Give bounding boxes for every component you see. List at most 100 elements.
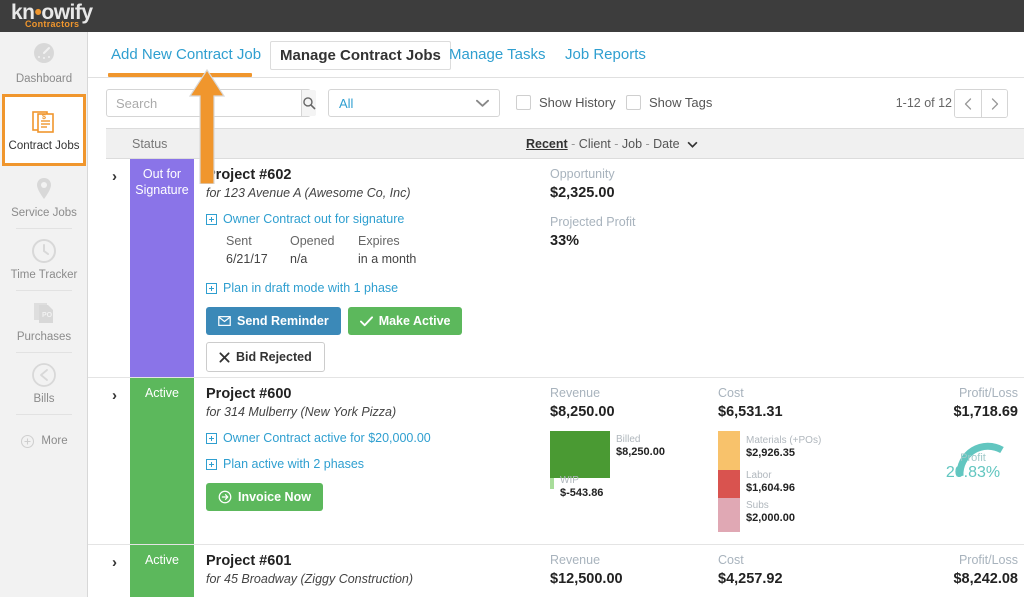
sidebar-item-bills[interactable]: Bills [0, 352, 88, 414]
invoice-now-label: Invoice Now [238, 490, 311, 504]
plan-link-label: Plan in draft mode with 1 phase [223, 281, 398, 295]
sort-option-client[interactable]: Client [579, 137, 611, 151]
sig-header-expires: Expires [358, 233, 416, 249]
sort-option-job[interactable]: Job [622, 137, 642, 151]
revenue-label: Revenue [550, 386, 615, 400]
profit-loss-label: Profit/Loss [908, 386, 1018, 400]
cost-segment-materials: Materials (+POs) $2,926.35 [718, 431, 740, 470]
tab-add-new-contract-job[interactable]: Add New Contract Job [102, 41, 270, 68]
sort-option-date[interactable]: Date [653, 137, 679, 151]
row-expand-chevron[interactable]: › [112, 387, 117, 404]
status-badge: Active [130, 378, 194, 544]
cost-label: Cost [718, 553, 783, 567]
show-tags-checkbox[interactable] [626, 95, 641, 110]
project-title[interactable]: Project #602 [206, 167, 536, 183]
table-header-row: Status Recent - Client - Job - Date [106, 128, 1024, 159]
plan-link[interactable]: Plan active with 2 phases [206, 457, 536, 471]
profit-gauge-text: Profit 20.83% [928, 452, 1018, 482]
sidebar-item-more[interactable]: More [0, 414, 88, 468]
pagination-next-button[interactable] [981, 90, 1007, 117]
table-row[interactable]: › Active Project #601 for 45 Broadway (Z… [88, 545, 1024, 597]
row-expand-chevron[interactable]: › [112, 168, 117, 185]
cost-segment-materials-name: Materials (+POs) [746, 435, 821, 446]
svg-text:PO: PO [42, 312, 53, 319]
owner-contract-link[interactable]: Owner Contract active for $20,000.00 [206, 431, 536, 445]
row-expand-chevron[interactable]: › [112, 554, 117, 571]
filter-select[interactable]: All [328, 89, 500, 117]
show-tags-toggle[interactable]: Show Tags [626, 95, 712, 110]
sig-value-expires: in a month [358, 251, 416, 267]
sidebar-item-time-tracker[interactable]: Time Tracker [0, 228, 88, 290]
sig-header-opened: Opened [290, 233, 356, 249]
revenue-breakdown-chart: Billed $8,250.00 WIP $-543.86 [550, 431, 610, 489]
make-active-button[interactable]: Make Active [348, 307, 463, 335]
projected-profit-label: Projected Profit [550, 215, 635, 229]
sort-control[interactable]: Recent - Client - Job - Date [526, 137, 698, 151]
sidebar-label-purchases: Purchases [17, 331, 71, 343]
search-input[interactable] [107, 90, 301, 116]
sidebar-item-purchases[interactable]: PO Purchases [0, 290, 88, 352]
make-active-label: Make Active [379, 314, 451, 328]
cost-segment-subs-amount: $2,000.00 [746, 512, 795, 524]
po-document-icon: PO [30, 299, 58, 327]
map-pin-icon [30, 175, 58, 203]
search-button[interactable] [301, 90, 316, 116]
cost-segment-subs-name: Subs [746, 500, 795, 511]
revenue-label: Revenue [550, 553, 623, 567]
cost-value: $4,257.92 [718, 571, 783, 587]
cost-metric: Cost $6,531.31 [718, 386, 783, 420]
show-tags-label: Show Tags [649, 95, 712, 110]
left-sidebar: Dashboard $ Contract Jobs Service Jobs [0, 32, 88, 597]
invoice-document-icon: $ [30, 108, 58, 136]
sidebar-item-contract-jobs[interactable]: $ Contract Jobs [2, 94, 86, 166]
project-title[interactable]: Project #600 [206, 386, 536, 402]
row-action-buttons-secondary: Bid Rejected [206, 342, 536, 372]
table-row[interactable]: › Active Project #600 for 314 Mulberry (… [88, 378, 1024, 545]
cost-segment-labor: Labor $1,604.96 [718, 470, 740, 498]
cost-value: $6,531.31 [718, 404, 783, 420]
sidebar-item-service-jobs[interactable]: Service Jobs [0, 166, 88, 228]
show-history-toggle[interactable]: Show History [516, 95, 616, 110]
search-box[interactable] [106, 89, 311, 117]
expand-plus-icon [206, 214, 217, 225]
sig-value-sent: 6/21/17 [226, 251, 288, 267]
arrow-circle-right-icon [218, 490, 232, 504]
tab-job-reports[interactable]: Job Reports [556, 41, 655, 68]
plan-link[interactable]: Plan in draft mode with 1 phase [206, 281, 536, 295]
filter-selected-value: All [339, 96, 476, 111]
revenue-segment-billed: Billed $8,250.00 [550, 431, 610, 478]
cost-segment-materials-amount: $2,926.35 [746, 447, 821, 459]
send-reminder-button[interactable]: Send Reminder [206, 307, 341, 335]
plus-circle-icon [20, 434, 35, 449]
opportunity-value: $2,325.00 [550, 185, 635, 201]
opportunity-label: Opportunity [550, 167, 635, 181]
opportunity-metric: Opportunity $2,325.00 Projected Profit 3… [550, 167, 635, 249]
profit-loss-metric: Profit/Loss $8,242.08 [908, 553, 1018, 587]
tab-manage-contract-jobs[interactable]: Manage Contract Jobs [270, 41, 451, 70]
contract-jobs-list: › Out for Signature Project #602 for 123… [88, 159, 1024, 597]
profit-gauge-label: Profit [928, 452, 1018, 464]
sort-option-recent[interactable]: Recent [526, 137, 568, 151]
expand-plus-icon [206, 433, 217, 444]
revenue-segment-wip-name: WIP [560, 475, 603, 486]
sig-header-sent: Sent [226, 233, 288, 249]
table-row[interactable]: › Out for Signature Project #602 for 123… [88, 159, 1024, 378]
revenue-metric: Revenue $12,500.00 [550, 553, 623, 587]
magnifier-icon [302, 96, 316, 110]
knowify-app-window: kn•knowifyowify Contractors Dashboard $ … [0, 0, 1024, 597]
send-reminder-label: Send Reminder [237, 314, 329, 328]
invoice-now-button[interactable]: Invoice Now [206, 483, 323, 511]
sidebar-label-service-jobs: Service Jobs [11, 207, 77, 219]
row-action-buttons: Send Reminder Make Active [206, 307, 536, 335]
pagination-prev-button[interactable] [955, 90, 981, 117]
revenue-segment-billed-amount: $8,250.00 [616, 446, 665, 458]
sidebar-item-dashboard[interactable]: Dashboard [0, 32, 88, 94]
owner-contract-link[interactable]: Owner Contract out for signature [206, 212, 536, 226]
profit-loss-label: Profit/Loss [908, 553, 1018, 567]
show-history-checkbox[interactable] [516, 95, 531, 110]
envelope-icon [218, 316, 231, 326]
tab-manage-tasks[interactable]: Manage Tasks [440, 41, 554, 68]
project-title[interactable]: Project #601 [206, 553, 536, 569]
bid-rejected-button[interactable]: Bid Rejected [206, 342, 325, 372]
sidebar-label-contract-jobs: Contract Jobs [9, 140, 80, 152]
